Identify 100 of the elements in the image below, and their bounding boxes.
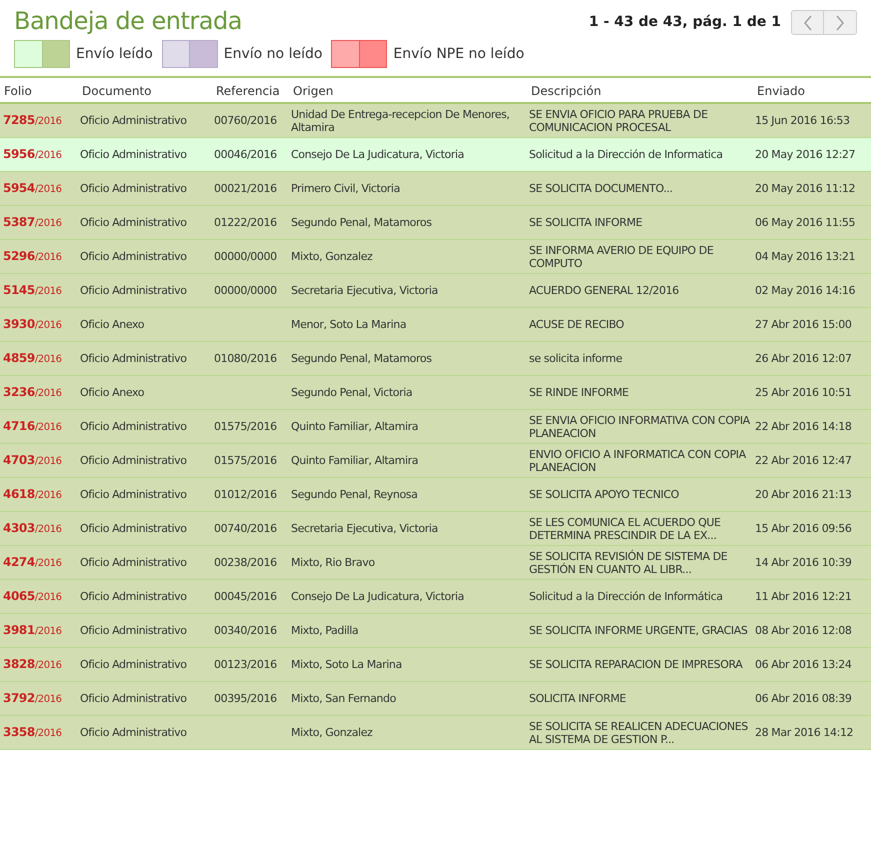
folio-cell[interactable]: 4703/2016 <box>3 454 62 466</box>
table-cell: 22 Abr 2016 12:47 <box>755 454 852 467</box>
table-cell: Menor, Soto La Marina <box>291 318 406 331</box>
table-cell: Oficio Administrativo <box>80 488 187 501</box>
table-cell: Oficio Administrativo <box>80 250 187 263</box>
table-row[interactable]: 4716/2016 Oficio Administrativo 01575/2016 Quinto Familiar, Altamira SE ENVIA OFICIO INFORMATIVA CON COPIA PLANEACION 22 Abr 2016 14:18 <box>0 410 871 444</box>
table-cell: 06 Abr 2016 13:24 <box>755 658 852 671</box>
table-cell: 00000/0000 <box>214 284 277 297</box>
table-row[interactable]: 3792/2016 Oficio Administrativo 00395/2016 Mixto, San Fernando SOLICITA INFORME 06 Abr 2016 08:39 <box>0 682 871 716</box>
table-cell: 01575/2016 <box>214 454 277 467</box>
folio-cell[interactable]: 5956/2016 <box>3 148 62 160</box>
table-row[interactable]: 7285/2016 Oficio Administrativo 00760/2016 Unidad De Entrega-recepcion De Menores, Altamira SE ENVIA OFICIO PARA PRUEBA DE COMUNICACION PROCESAL 15 Jun 2016 16:53 <box>0 104 871 138</box>
table-cell: 26 Abr 2016 12:07 <box>755 352 852 365</box>
folio-cell[interactable]: 5387/2016 <box>3 216 62 228</box>
folio-cell[interactable]: 4716/2016 <box>3 420 62 432</box>
table-cell: 04 May 2016 13:21 <box>755 250 856 263</box>
table-row[interactable]: 4065/2016 Oficio Administrativo 00045/2016 Consejo De La Judicatura, Victoria Solicitud a la Dirección de Informática 11 Abr 2016 12:21 <box>0 580 871 614</box>
table-cell: ACUSE DE RECIBO <box>529 318 624 331</box>
table-cell: Oficio Administrativo <box>80 182 187 195</box>
table-row[interactable]: 3358/2016 Oficio Administrativo Mixto, Gonzalez SE SOLICITA SE REALICEN ADECUACIONES AL SISTEMA DE GESTION P... 28 Mar 2016 14:12 <box>0 716 871 750</box>
folio-cell[interactable]: 3930/2016 <box>3 318 62 330</box>
table-cell: 20 May 2016 11:12 <box>755 182 856 195</box>
table-cell: 00045/2016 <box>214 590 277 603</box>
table-cell: Unidad De Entrega-recepcion De Menores, Altamira <box>291 108 510 134</box>
folio-cell[interactable]: 4274/2016 <box>3 556 62 568</box>
table-cell: 01222/2016 <box>214 216 277 229</box>
table-cell: 00123/2016 <box>214 658 277 671</box>
table-row[interactable]: 5296/2016 Oficio Administrativo 00000/0000 Mixto, Gonzalez SE INFORMA AVERIO DE EQUIPO DE COMPUTO 04 May 2016 13:21 <box>0 240 871 274</box>
folio-cell[interactable]: 4859/2016 <box>3 352 62 364</box>
column-header[interactable]: Folio <box>4 84 32 98</box>
table-row[interactable]: 4274/2016 Oficio Administrativo 00238/2016 Mixto, Rio Bravo SE SOLICITA REVISIÓN DE SISTEMA DE GESTIÓN EN CUANTO AL LIBR... 14 Abr 2016 10:39 <box>0 546 871 580</box>
table-row[interactable]: 5956/2016 Oficio Administrativo 00046/2016 Consejo De La Judicatura, Victoria Solicitud a la Dirección de Informatica 20 May 2016 12:27 <box>0 138 871 172</box>
table-cell: 28 Mar 2016 14:12 <box>755 726 854 739</box>
table-row[interactable]: 5954/2016 Oficio Administrativo 00021/2016 Primero Civil, Victoria SE SOLICITA DOCUMENTO... 20 May 2016 11:12 <box>0 172 871 206</box>
table-cell: 00760/2016 <box>214 114 277 127</box>
folio-cell[interactable]: 3236/2016 <box>3 386 62 398</box>
table-row[interactable]: 3930/2016 Oficio Anexo Menor, Soto La Marina ACUSE DE RECIBO 27 Abr 2016 15:00 <box>0 308 871 342</box>
table-cell: Oficio Administrativo <box>80 352 187 365</box>
pagination-summary: 1 - 43 de 43, pág. 1 de 1 <box>588 13 781 32</box>
table-cell: 08 Abr 2016 12:08 <box>755 624 852 637</box>
folio-cell[interactable]: 3792/2016 <box>3 692 62 704</box>
table-cell: 00000/0000 <box>214 250 277 263</box>
table-cell: Oficio Administrativo <box>80 114 187 127</box>
table-cell: 00740/2016 <box>214 522 277 535</box>
folio-cell[interactable]: 3981/2016 <box>3 624 62 636</box>
column-header[interactable]: Origen <box>293 84 334 98</box>
table-cell: Mixto, Gonzalez <box>291 250 372 263</box>
column-header[interactable]: Descripción <box>531 84 602 98</box>
table-cell: SE SOLICITA APOYO TECNICO <box>529 488 679 501</box>
table-cell: Mixto, Gonzalez <box>291 726 372 739</box>
table-row[interactable]: 4303/2016 Oficio Administrativo 00740/2016 Secretaria Ejecutiva, Victoria SE LES COMUNICA EL ACUERDO QUE DETERMINA PRESCINDIR DE LA EX... 15 Abr 2016 09:56 <box>0 512 871 546</box>
table-row[interactable]: 5387/2016 Oficio Administrativo 01222/2016 Segundo Penal, Matamoros SE SOLICITA INFORME 06 May 2016 11:55 <box>0 206 871 240</box>
folio-cell[interactable]: 4065/2016 <box>3 590 62 602</box>
folio-cell[interactable]: 5145/2016 <box>3 284 62 296</box>
table-cell: SOLICITA INFORME <box>529 692 626 705</box>
table-cell: Mixto, Soto La Marina <box>291 658 402 671</box>
column-header[interactable]: Enviado <box>757 84 805 98</box>
table-cell: 22 Abr 2016 14:18 <box>755 420 852 433</box>
table-cell: Consejo De La Judicatura, Victoria <box>291 148 464 161</box>
table-cell: 02 May 2016 14:16 <box>755 284 856 297</box>
table-cell: SE SOLICITA INFORME URGENTE, GRACIAS <box>529 624 748 637</box>
table-cell: ACUERDO GENERAL 12/2016 <box>529 284 679 297</box>
table-cell: Segundo Penal, Reynosa <box>291 488 418 501</box>
table-cell: 20 May 2016 12:27 <box>755 148 856 161</box>
table-cell: SE RINDE INFORME <box>529 386 629 399</box>
table-cell: SE LES COMUNICA EL ACUERDO QUE DETERMINA PRESCINDIR DE LA EX... <box>529 516 721 542</box>
folio-cell[interactable]: 5954/2016 <box>3 182 62 194</box>
table-row[interactable]: 3981/2016 Oficio Administrativo 00340/2016 Mixto, Padilla SE SOLICITA INFORME URGENTE, GRACIAS 08 Abr 2016 12:08 <box>0 614 871 648</box>
table-row[interactable]: 4703/2016 Oficio Administrativo 01575/2016 Quinto Familiar, Altamira ENVIO OFICIO A INFORMATICA CON COPIA PLANEACION 22 Abr 2016 12:47 <box>0 444 871 478</box>
table-cell: Solicitud a la Dirección de Informatica <box>529 148 723 161</box>
table-cell: Oficio Administrativo <box>80 692 187 705</box>
column-header[interactable]: Referencia <box>216 84 280 98</box>
table-cell: Primero Civil, Victoria <box>291 182 400 195</box>
folio-cell[interactable]: 4618/2016 <box>3 488 62 500</box>
table-cell: Quinto Familiar, Altamira <box>291 454 418 467</box>
table-cell: 00021/2016 <box>214 182 277 195</box>
table-row[interactable]: 4618/2016 Oficio Administrativo 01012/2016 Segundo Penal, Reynosa SE SOLICITA APOYO TECNICO 20 Abr 2016 21:13 <box>0 478 871 512</box>
table-cell: SE SOLICITA INFORME <box>529 216 642 229</box>
table-cell: Mixto, San Fernando <box>291 692 396 705</box>
table-row[interactable]: 3236/2016 Oficio Anexo Segundo Penal, Victoria SE RINDE INFORME 25 Abr 2016 10:51 <box>0 376 871 410</box>
table-cell: SE SOLICITA SE REALICEN ADECUACIONES AL SISTEMA DE GESTION P... <box>529 720 748 746</box>
folio-cell[interactable]: 5296/2016 <box>3 250 62 262</box>
table-cell: Oficio Administrativo <box>80 216 187 229</box>
folio-cell[interactable]: 4303/2016 <box>3 522 62 534</box>
table-cell: Oficio Administrativo <box>80 658 187 671</box>
table-row[interactable]: 3828/2016 Oficio Administrativo 00123/2016 Mixto, Soto La Marina SE SOLICITA REPARACION DE IMPRESORA 06 Abr 2016 13:24 <box>0 648 871 682</box>
table-cell: ENVIO OFICIO A INFORMATICA CON COPIA PLANEACION <box>529 448 746 474</box>
table-cell: Oficio Administrativo <box>80 522 187 535</box>
table-cell: SE SOLICITA REVISIÓN DE SISTEMA DE GESTIÓN EN CUANTO AL LIBR... <box>529 550 728 576</box>
page-title: Bandeja de entrada <box>14 6 243 36</box>
folio-cell[interactable]: 3828/2016 <box>3 658 62 670</box>
table-cell: 00046/2016 <box>214 148 277 161</box>
column-header[interactable]: Documento <box>82 84 152 98</box>
folio-cell[interactable]: 7285/2016 <box>3 114 62 126</box>
table-cell: Consejo De La Judicatura, Victoria <box>291 590 464 603</box>
folio-cell[interactable]: 3358/2016 <box>3 726 62 738</box>
legend-label: Envío NPE no leído <box>393 44 524 64</box>
table-row[interactable]: 4859/2016 Oficio Administrativo 01080/2016 Segundo Penal, Matamoros se solicita informe 26 Abr 2016 12:07 <box>0 342 871 376</box>
table-cell: Segundo Penal, Victoria <box>291 386 412 399</box>
table-row[interactable]: 5145/2016 Oficio Administrativo 00000/0000 Secretaria Ejecutiva, Victoria ACUERDO GENERAL 12/2016 02 May 2016 14:16 <box>0 274 871 308</box>
